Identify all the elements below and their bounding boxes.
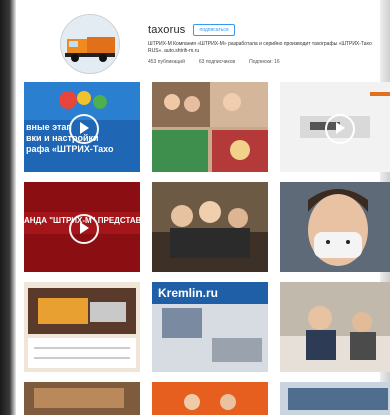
followers-count[interactable]: 63 подписчиков — [199, 59, 235, 65]
posts-count[interactable]: 453 публикаций — [148, 59, 185, 65]
profile-avatar[interactable] — [60, 14, 120, 74]
profile-bio: ШТРИХ-М Компания «ШТРИХ-М» разработала и… — [148, 41, 372, 54]
post-tile-5[interactable] — [152, 182, 268, 272]
window-frame-left — [0, 0, 16, 415]
post-tile-7[interactable] — [24, 282, 140, 372]
post-tile-9[interactable] — [280, 282, 390, 372]
posts-grid: вные этап вки и настройки рафа «ШТРИХ-Та… — [24, 82, 390, 415]
post-tile-3[interactable] — [280, 82, 390, 172]
play-icon[interactable] — [69, 214, 99, 244]
play-icon[interactable] — [69, 114, 99, 144]
post-8-caption: Kremlin.ru — [158, 286, 219, 300]
post-1-caption-line-3: рафа «ШТРИХ-Тахо — [26, 144, 114, 154]
post-tile-2[interactable] — [152, 82, 268, 172]
truck-icon — [61, 15, 119, 73]
post-tile-1[interactable]: вные этап вки и настройки рафа «ШТРИХ-Та… — [24, 82, 140, 172]
play-icon[interactable] — [325, 114, 355, 144]
profile-header: taxorus подписаться ШТРИХ-М Компания «ШТ… — [60, 14, 380, 74]
following-count[interactable]: Подписки: 16 — [249, 59, 280, 65]
profile-stats: 453 публикаций 63 подписчиков Подписки: … — [148, 59, 280, 65]
post-tile-12[interactable] — [280, 382, 390, 415]
post-tile-10[interactable] — [24, 382, 140, 415]
follow-button[interactable]: подписаться — [193, 24, 235, 36]
post-tile-4[interactable]: АНДА "ШТРИХ-М" ПРЕДСТАВ — [24, 182, 140, 272]
post-tile-8[interactable]: Kremlin.ru — [152, 282, 268, 372]
post-tile-6[interactable] — [280, 182, 390, 272]
post-tile-11[interactable] — [152, 382, 268, 415]
profile-username[interactable]: taxorus — [148, 24, 185, 36]
